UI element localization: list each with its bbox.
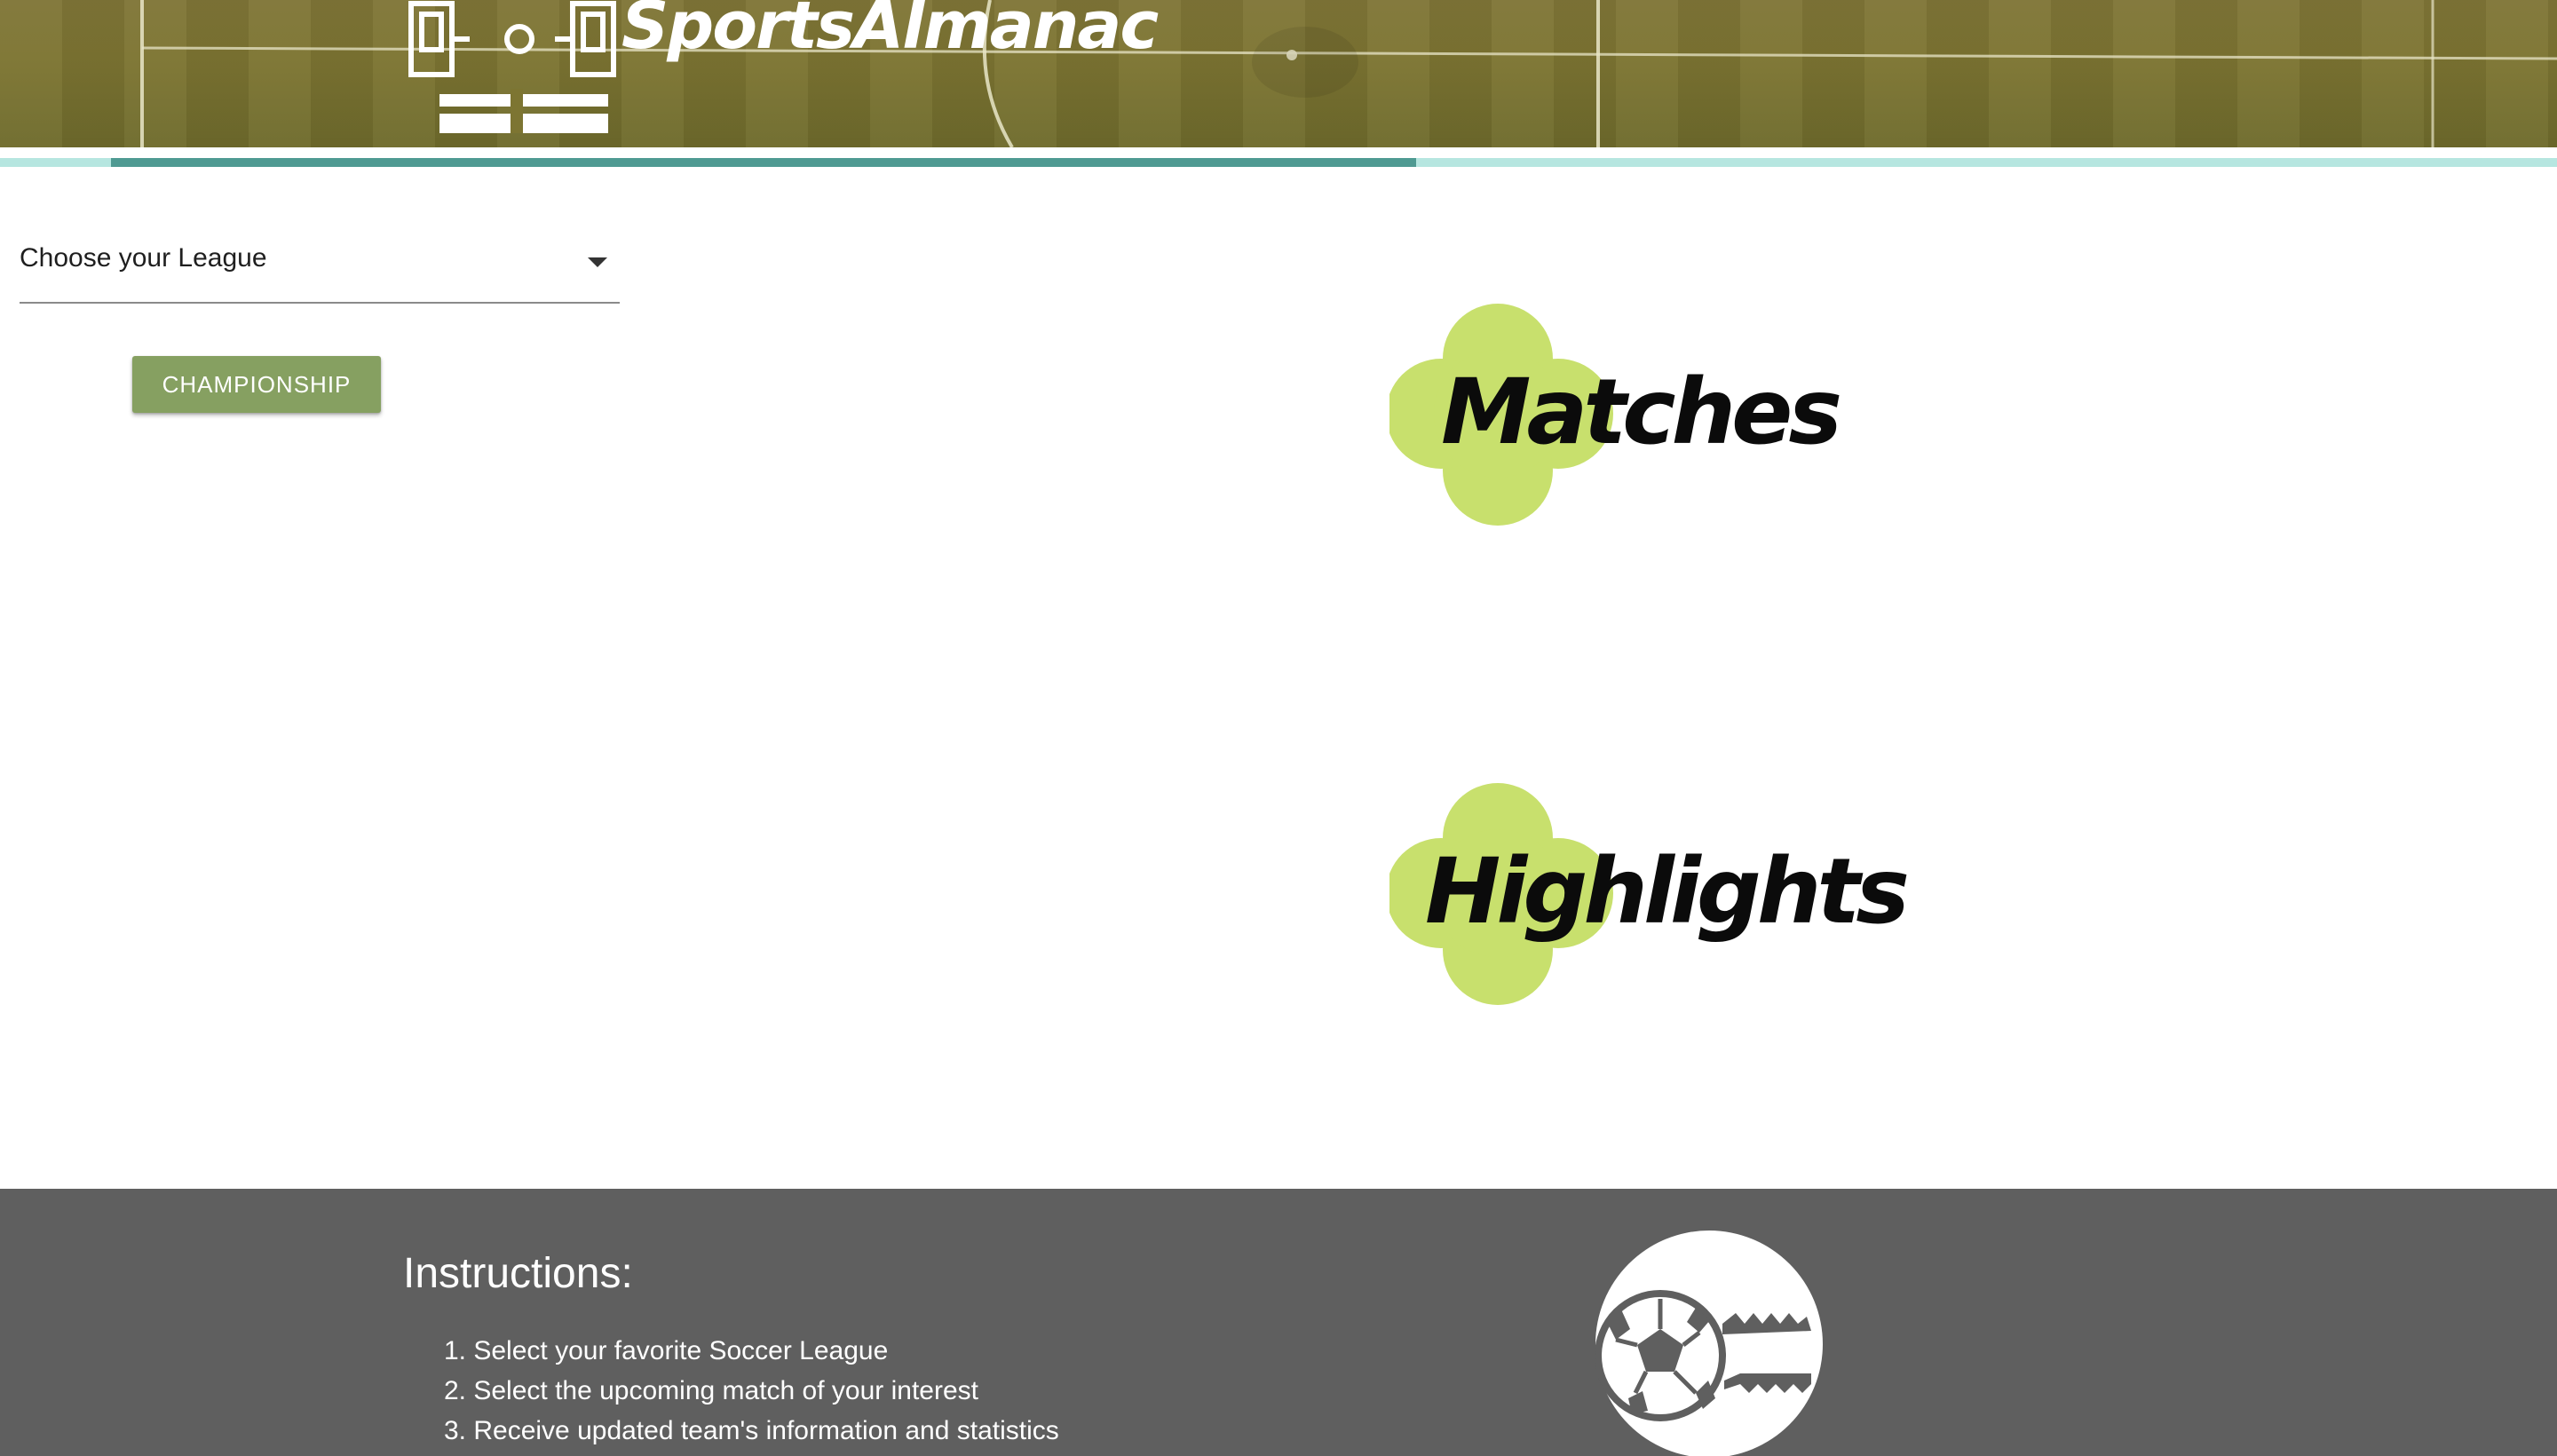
league-select-dropdown[interactable]: Choose your League xyxy=(20,233,620,304)
matches-label: Matches xyxy=(1441,360,1842,465)
stadium-logo-icon[interactable] xyxy=(404,0,635,137)
highlights-link[interactable]: Highlights xyxy=(1389,772,1910,1017)
site-header: SportsAlmanac xyxy=(0,0,2557,147)
loading-progress-bar xyxy=(0,158,2557,167)
championship-button[interactable]: CHAMPIONSHIP xyxy=(132,356,381,413)
highlights-label: Highlights xyxy=(1425,839,1910,945)
instruction-step: 1. Select your favorite Soccer League xyxy=(444,1336,889,1365)
instructions-list: 1. Select your favorite Soccer League 2.… xyxy=(444,1331,1059,1451)
progress-bar-fill xyxy=(111,158,1416,167)
soccer-field-banner xyxy=(140,0,2557,147)
site-footer: Instructions: 1. Select your favorite So… xyxy=(0,1189,2557,1456)
chevron-down-icon[interactable] xyxy=(588,257,607,267)
league-select-label: Choose your League xyxy=(20,243,267,273)
brand-name[interactable]: SportsAlmanac xyxy=(621,0,1159,59)
matches-link[interactable]: Matches xyxy=(1389,293,1842,538)
instruction-step: 2. Select the upcoming match of your int… xyxy=(444,1376,978,1405)
instructions-title: Instructions: xyxy=(403,1250,633,1297)
instruction-step: 3. Receive updated team's information an… xyxy=(444,1416,1059,1445)
soccer-ball-cleat-icon xyxy=(1595,1230,1823,1456)
